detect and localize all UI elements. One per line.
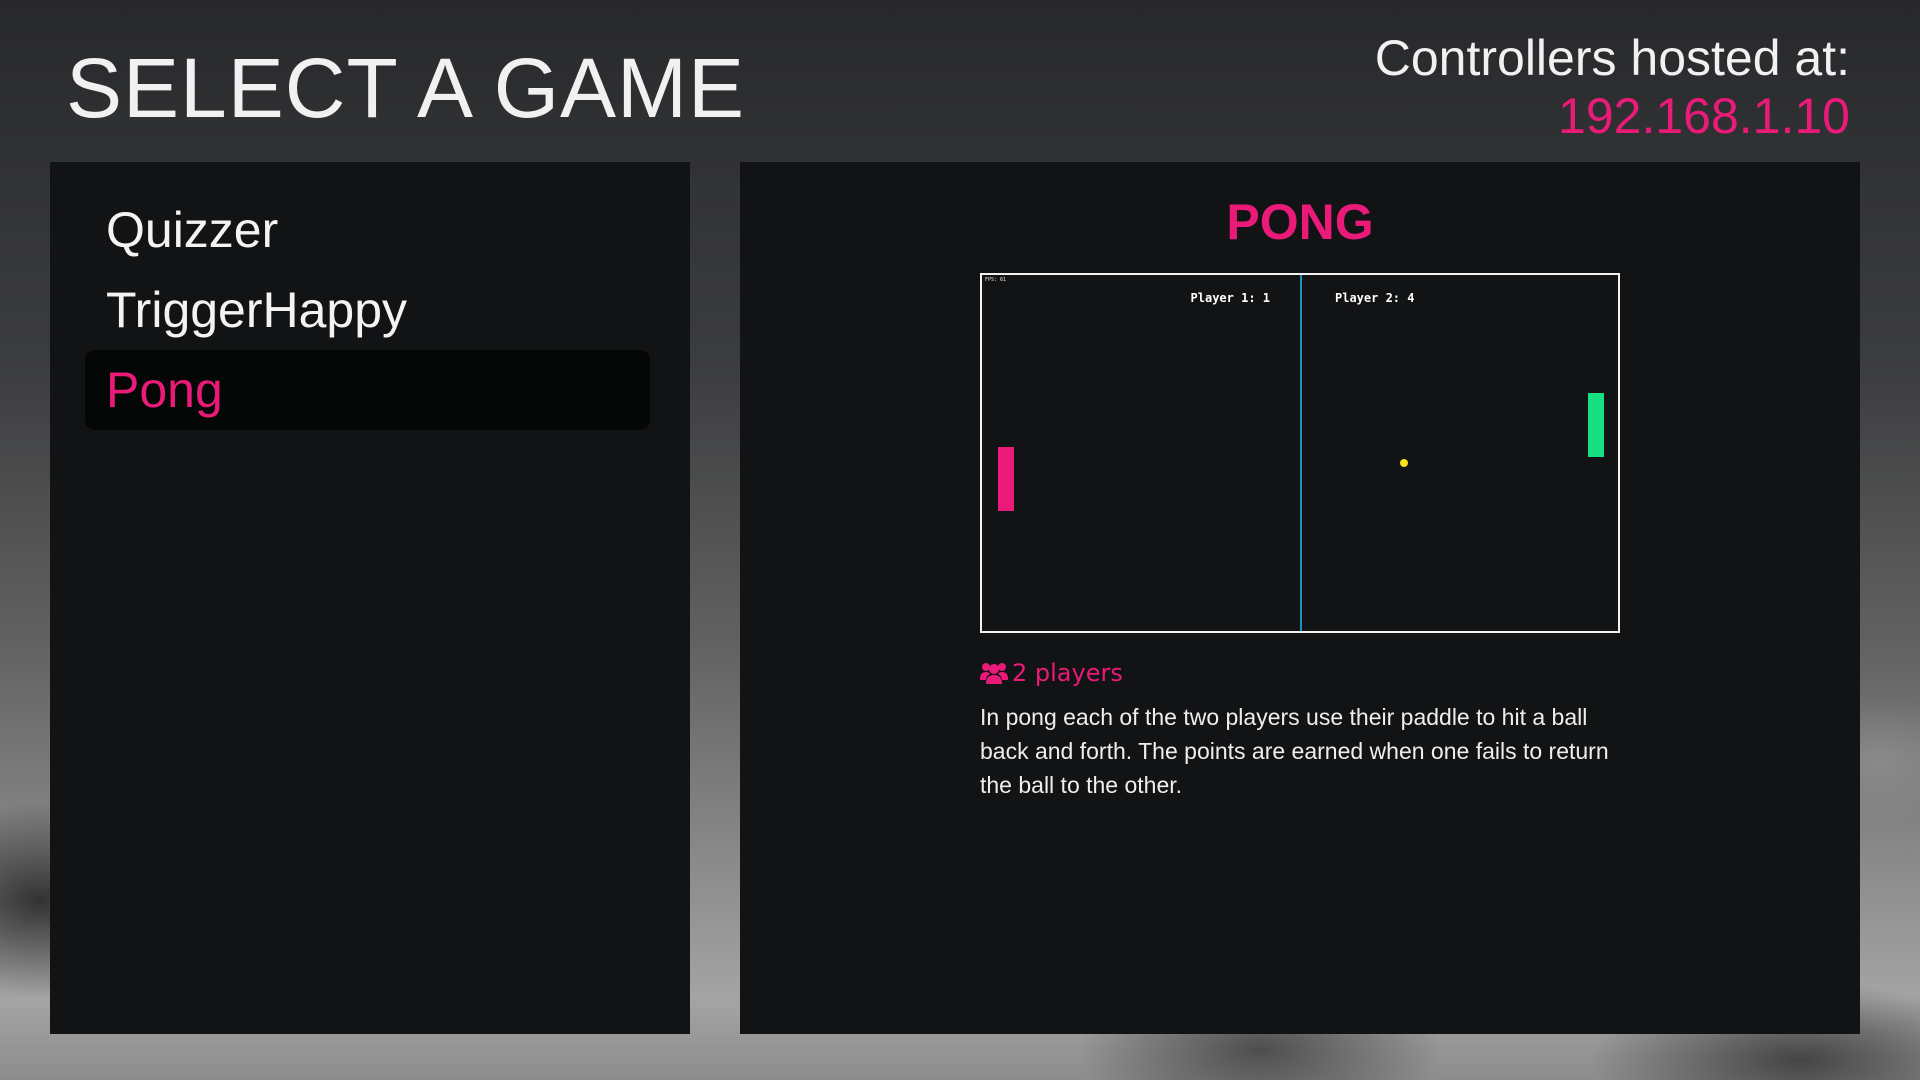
game-list-panel: Quizzer TriggerHappy Pong: [50, 162, 690, 1034]
player-1-paddle: [998, 447, 1014, 511]
player-2-paddle: [1588, 393, 1604, 457]
game-title: PONG: [1226, 194, 1374, 250]
game-details-panel: PONG FPS: 61 Player 1: 1 Player 2: 4 2 p…: [740, 162, 1860, 1034]
game-preview: FPS: 61 Player 1: 1 Player 2: 4: [980, 273, 1620, 633]
game-item-quizzer[interactable]: Quizzer: [85, 190, 650, 270]
player-2-score: Player 2: 4: [1335, 291, 1415, 305]
host-address: 192.168.1.10: [1558, 88, 1850, 144]
center-line: [1300, 275, 1302, 631]
player-1-score: Player 1: 1: [1190, 291, 1270, 305]
game-description: In pong each of the two players use thei…: [980, 704, 1609, 798]
host-label: Controllers hosted at:: [1374, 30, 1850, 86]
game-item-triggerhappy[interactable]: TriggerHappy: [85, 270, 650, 350]
fps-counter: FPS: 61: [985, 277, 1007, 283]
controller-host-info: Controllers hosted at: 192.168.1.10: [1375, 28, 1850, 144]
ball: [1400, 459, 1408, 467]
player-count-label: 2 players: [1012, 659, 1123, 687]
game-item-pong[interactable]: Pong: [85, 350, 650, 430]
users-icon: [980, 661, 1008, 685]
page-title: SELECT A GAME: [66, 41, 746, 135]
player-count: 2 players: [980, 658, 1123, 688]
